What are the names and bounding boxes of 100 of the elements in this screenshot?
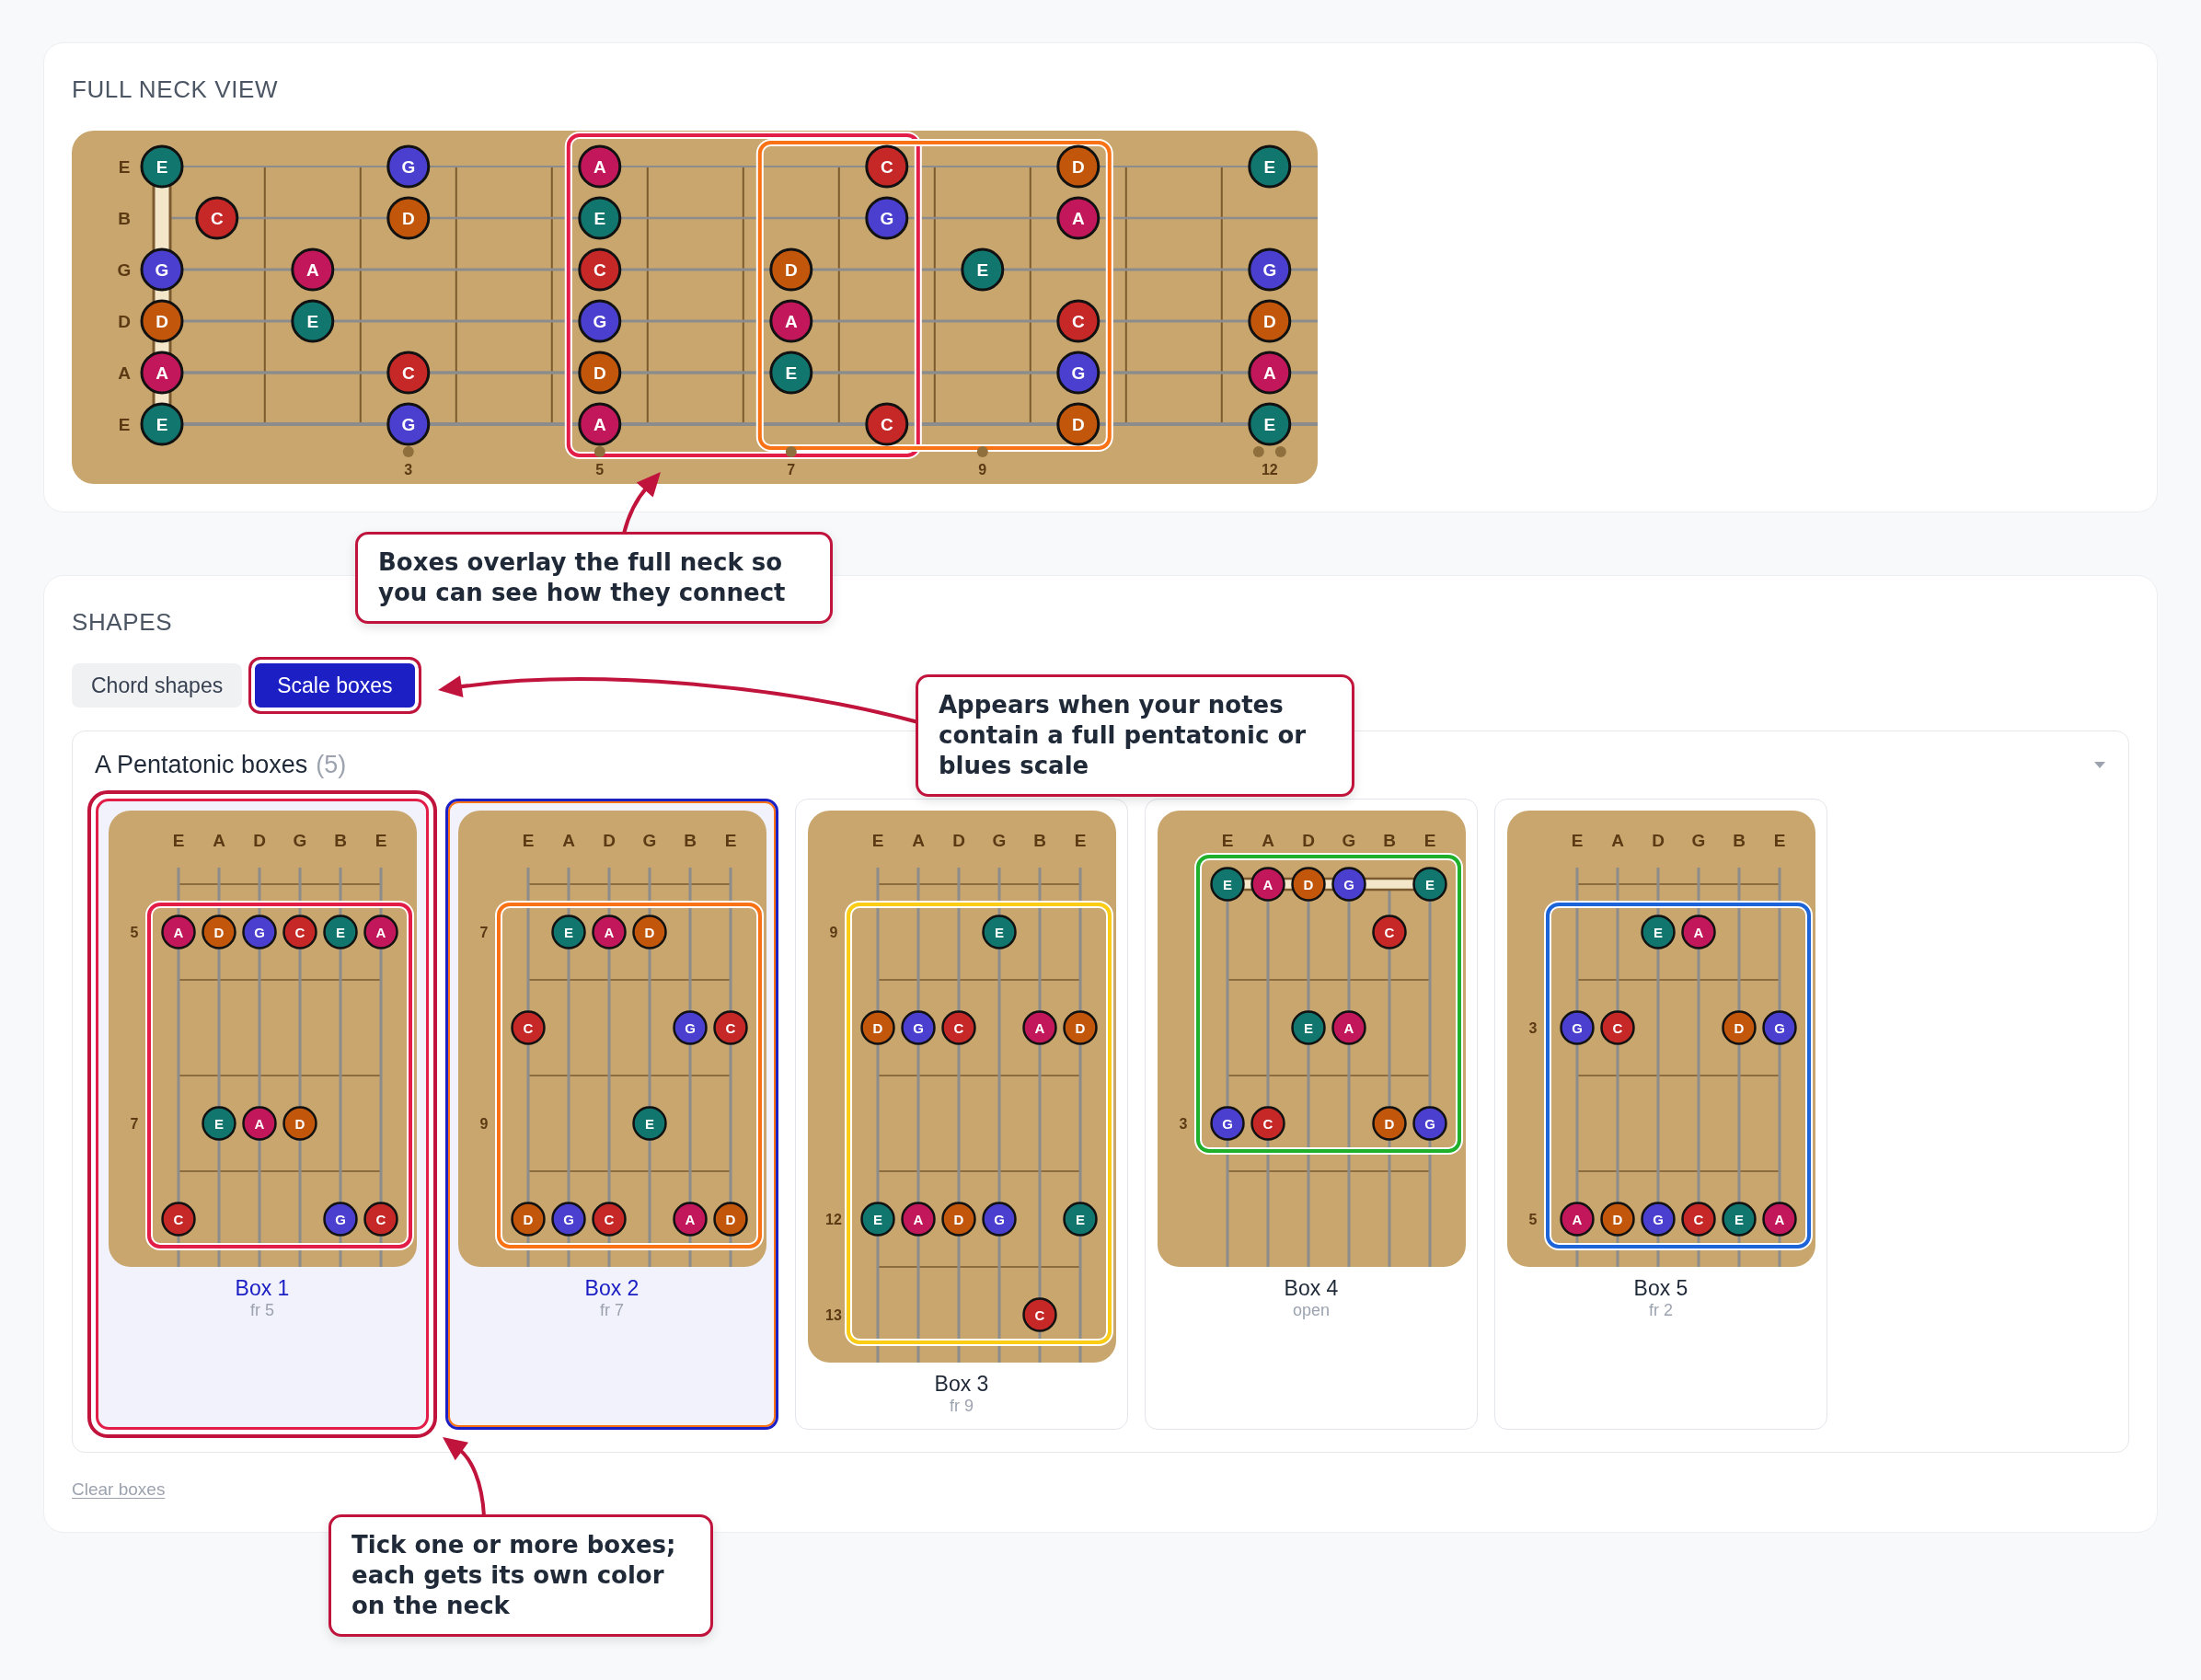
note-marker: E — [1721, 1202, 1757, 1237]
box-fret-label: fr 2 — [1649, 1300, 1673, 1320]
note-marker: A — [1248, 351, 1292, 395]
note-marker: D — [1248, 299, 1292, 343]
note-marker: C — [1056, 299, 1100, 343]
box-card[interactable]: E A D G B E 5 7 A D G C E A E A D C G C Box 1 fr 5 — [87, 790, 437, 1438]
note-marker: C — [865, 402, 909, 446]
note-marker: E — [981, 915, 1017, 949]
box-title: Box 1 — [235, 1276, 290, 1300]
note-marker: G — [1331, 867, 1366, 902]
note-marker: C — [160, 1202, 196, 1237]
note-marker: C — [591, 1202, 627, 1237]
note-marker: C — [510, 1010, 546, 1045]
note-marker: A — [1331, 1010, 1366, 1045]
string-label: A — [1610, 830, 1624, 850]
note-marker: A — [140, 351, 184, 395]
note-marker: G — [672, 1010, 708, 1045]
note-marker: C — [1371, 915, 1407, 949]
box-fret-label: fr 7 — [600, 1300, 624, 1320]
string-label: A — [118, 362, 131, 383]
fret-number: 9 — [479, 1115, 488, 1132]
note-marker: D — [1290, 867, 1326, 902]
fret-number: 3 — [1528, 1019, 1537, 1036]
note-marker: A — [578, 144, 622, 189]
string-label: E — [871, 830, 883, 850]
fret-number: 7 — [787, 461, 796, 478]
string-label: D — [951, 830, 965, 850]
note-marker: D — [282, 1106, 317, 1141]
note-marker: G — [1761, 1010, 1797, 1045]
note-marker: A — [1761, 1202, 1797, 1237]
string-label: E — [172, 830, 184, 850]
note-marker: E — [1248, 144, 1292, 189]
note-marker: A — [1680, 915, 1716, 949]
box-card[interactable]: E A D G B E 7 9 E A D C G C E D G C A D Box 2 fr 7 — [445, 799, 778, 1430]
note-marker: G — [140, 247, 184, 292]
note-marker: G — [1056, 351, 1100, 395]
string-label: B — [1032, 830, 1046, 850]
note-marker: G — [578, 299, 622, 343]
note-marker: E — [1248, 402, 1292, 446]
note-marker: E — [140, 144, 184, 189]
tab[interactable]: Chord shapes — [72, 663, 243, 708]
string-label: E — [1571, 830, 1583, 850]
note-marker: G — [386, 402, 431, 446]
note-marker: C — [712, 1010, 748, 1045]
string-label: G — [642, 830, 656, 850]
note-marker: A — [578, 402, 622, 446]
fret-number: 3 — [404, 461, 413, 478]
fret-number: 7 — [130, 1115, 138, 1132]
inlay-dot-icon — [402, 446, 414, 457]
note-marker: A — [1559, 1202, 1595, 1237]
note-marker: E — [769, 351, 813, 395]
fret-number: 13 — [824, 1306, 842, 1323]
section-title: FULL NECK VIEW — [72, 75, 279, 105]
tab[interactable]: Scale boxes — [248, 657, 421, 714]
fret-number: 5 — [595, 461, 605, 478]
note-marker: E — [1062, 1202, 1098, 1237]
fret-number: 3 — [1179, 1115, 1187, 1132]
fret-number: 9 — [978, 461, 987, 478]
fret-number: 12 — [1261, 461, 1278, 478]
string-label: B — [333, 830, 347, 850]
note-marker: D — [631, 915, 667, 949]
string-label: A — [561, 830, 575, 850]
string-label: E — [1074, 830, 1086, 850]
note-marker: D — [578, 351, 622, 395]
note-marker: G — [322, 1202, 358, 1237]
note-marker: C — [386, 351, 431, 395]
inlay-dot-icon — [593, 446, 605, 457]
note-marker: D — [1599, 1202, 1635, 1237]
string-label: E — [1423, 830, 1435, 850]
note-marker: C — [363, 1202, 398, 1237]
note-marker: D — [386, 196, 431, 240]
note-marker: D — [1721, 1010, 1757, 1045]
note-marker: E — [550, 915, 586, 949]
fret-number: 12 — [824, 1211, 842, 1227]
note-marker: G — [1248, 247, 1292, 292]
string-label: E — [118, 156, 131, 177]
note-marker: C — [195, 196, 239, 240]
note-marker: C — [1250, 1106, 1285, 1141]
string-label: G — [1342, 830, 1355, 850]
note-marker: G — [1412, 1106, 1447, 1141]
callout: Appears when your notes contain a full pentatonic or blues scale — [916, 674, 1354, 797]
note-marker: E — [578, 196, 622, 240]
note-marker: E — [859, 1202, 895, 1237]
box-card[interactable]: E A D G B E 3 5 E A G C D G A D G C E A Box 5 fr 2 — [1494, 799, 1827, 1430]
string-label: A — [911, 830, 925, 850]
string-label: E — [522, 830, 534, 850]
note-marker: D — [1371, 1106, 1407, 1141]
string-label: E — [118, 414, 131, 434]
string-label: B — [683, 830, 697, 850]
note-marker: D — [1056, 144, 1100, 189]
note-marker: G — [1559, 1010, 1595, 1045]
note-marker: C — [1680, 1202, 1716, 1237]
note-marker: G — [386, 144, 431, 189]
note-marker: E — [201, 1106, 236, 1141]
note-marker: A — [241, 1106, 277, 1141]
string-label: E — [1773, 830, 1785, 850]
note-marker: G — [241, 915, 277, 949]
callout: Tick one or more boxes; each gets its own color on the neck — [328, 1514, 713, 1637]
box-card[interactable]: E A D G B E 9 12 13 E D G C A D E A D G E C Box 3 fr 9 — [795, 799, 1128, 1430]
fret-number: 5 — [1528, 1211, 1537, 1227]
